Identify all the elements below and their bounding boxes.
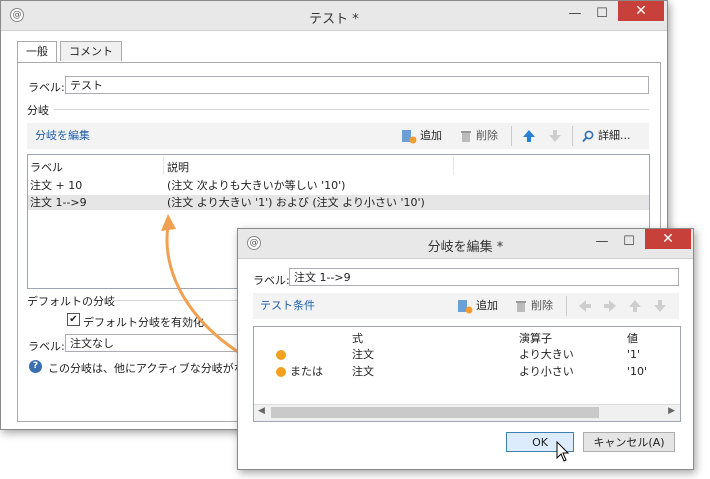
scroll-right-icon[interactable]: ▶ — [668, 406, 675, 416]
mouse-cursor-icon — [556, 441, 570, 462]
test-condition-link[interactable]: テスト条件 — [260, 297, 315, 315]
move-left-button[interactable] — [578, 297, 592, 315]
dialog-add-button[interactable]: 追加 — [457, 297, 498, 315]
move-right-button[interactable] — [603, 297, 617, 315]
condition-expression: 注文 — [352, 348, 374, 361]
column-header-value[interactable]: 値 — [627, 330, 638, 346]
condition-value: '10' — [627, 365, 648, 378]
condition-toolbar: テスト条件 追加 削除 — [253, 293, 679, 319]
column-header-expression[interactable]: 式 — [352, 330, 363, 346]
dialog-move-up-button[interactable] — [628, 297, 642, 315]
column-header-operator[interactable]: 演算子 — [519, 330, 552, 346]
dialog-toolbar-separator — [566, 296, 567, 316]
condition-row[interactable]: または 注文 より小さい '10' — [254, 364, 680, 379]
dialog-label-input[interactable]: 注文 1-->9 — [289, 268, 679, 286]
condition-dot-icon — [276, 350, 286, 360]
dialog-delete-label: 削除 — [531, 299, 553, 312]
scroll-left-icon[interactable]: ◀ — [258, 406, 265, 416]
condition-grid: 式 演算子 値 注文 より大きい '1' または 注文 より小さい '10' ◀… — [253, 326, 681, 422]
dialog-add-label: 追加 — [476, 299, 498, 312]
trash-icon — [516, 301, 526, 312]
cancel-button[interactable]: キャンセル(A) — [583, 432, 675, 452]
arrow-up-icon — [629, 300, 641, 312]
condition-dot-icon — [276, 367, 286, 377]
condition-expression: 注文 — [352, 365, 374, 378]
condition-value: '1' — [627, 348, 641, 361]
arrow-right-icon — [604, 300, 616, 312]
condition-operator: より大きい — [519, 348, 574, 361]
dialog-label-caption: ラベル: — [253, 274, 290, 287]
condition-prefix: または — [290, 365, 323, 378]
add-icon — [458, 300, 473, 314]
arrow-down-icon — [654, 300, 666, 312]
condition-row[interactable]: 注文 より大きい '1' — [254, 347, 680, 362]
dialog-maximize-button[interactable]: ☐ — [618, 233, 640, 251]
dialog-move-down-button[interactable] — [653, 297, 667, 315]
dialog-delete-button[interactable]: 削除 — [514, 297, 553, 315]
dialog-minimize-button[interactable]: — — [591, 233, 613, 251]
dialog-titlebar[interactable]: @ 分岐を編集 * — ☐ ✕ — [238, 229, 693, 259]
condition-operator: より小さい — [519, 365, 574, 378]
edit-branch-dialog: @ 分岐を編集 * — ☐ ✕ ラベル: 注文 1-->9 テスト条件 追加 削… — [237, 228, 694, 470]
scrollbar-thumb[interactable] — [271, 407, 599, 418]
dialog-close-button[interactable]: ✕ — [645, 229, 691, 249]
arrow-left-icon — [579, 300, 591, 312]
horizontal-scrollbar[interactable]: ◀ ▶ — [254, 404, 680, 421]
